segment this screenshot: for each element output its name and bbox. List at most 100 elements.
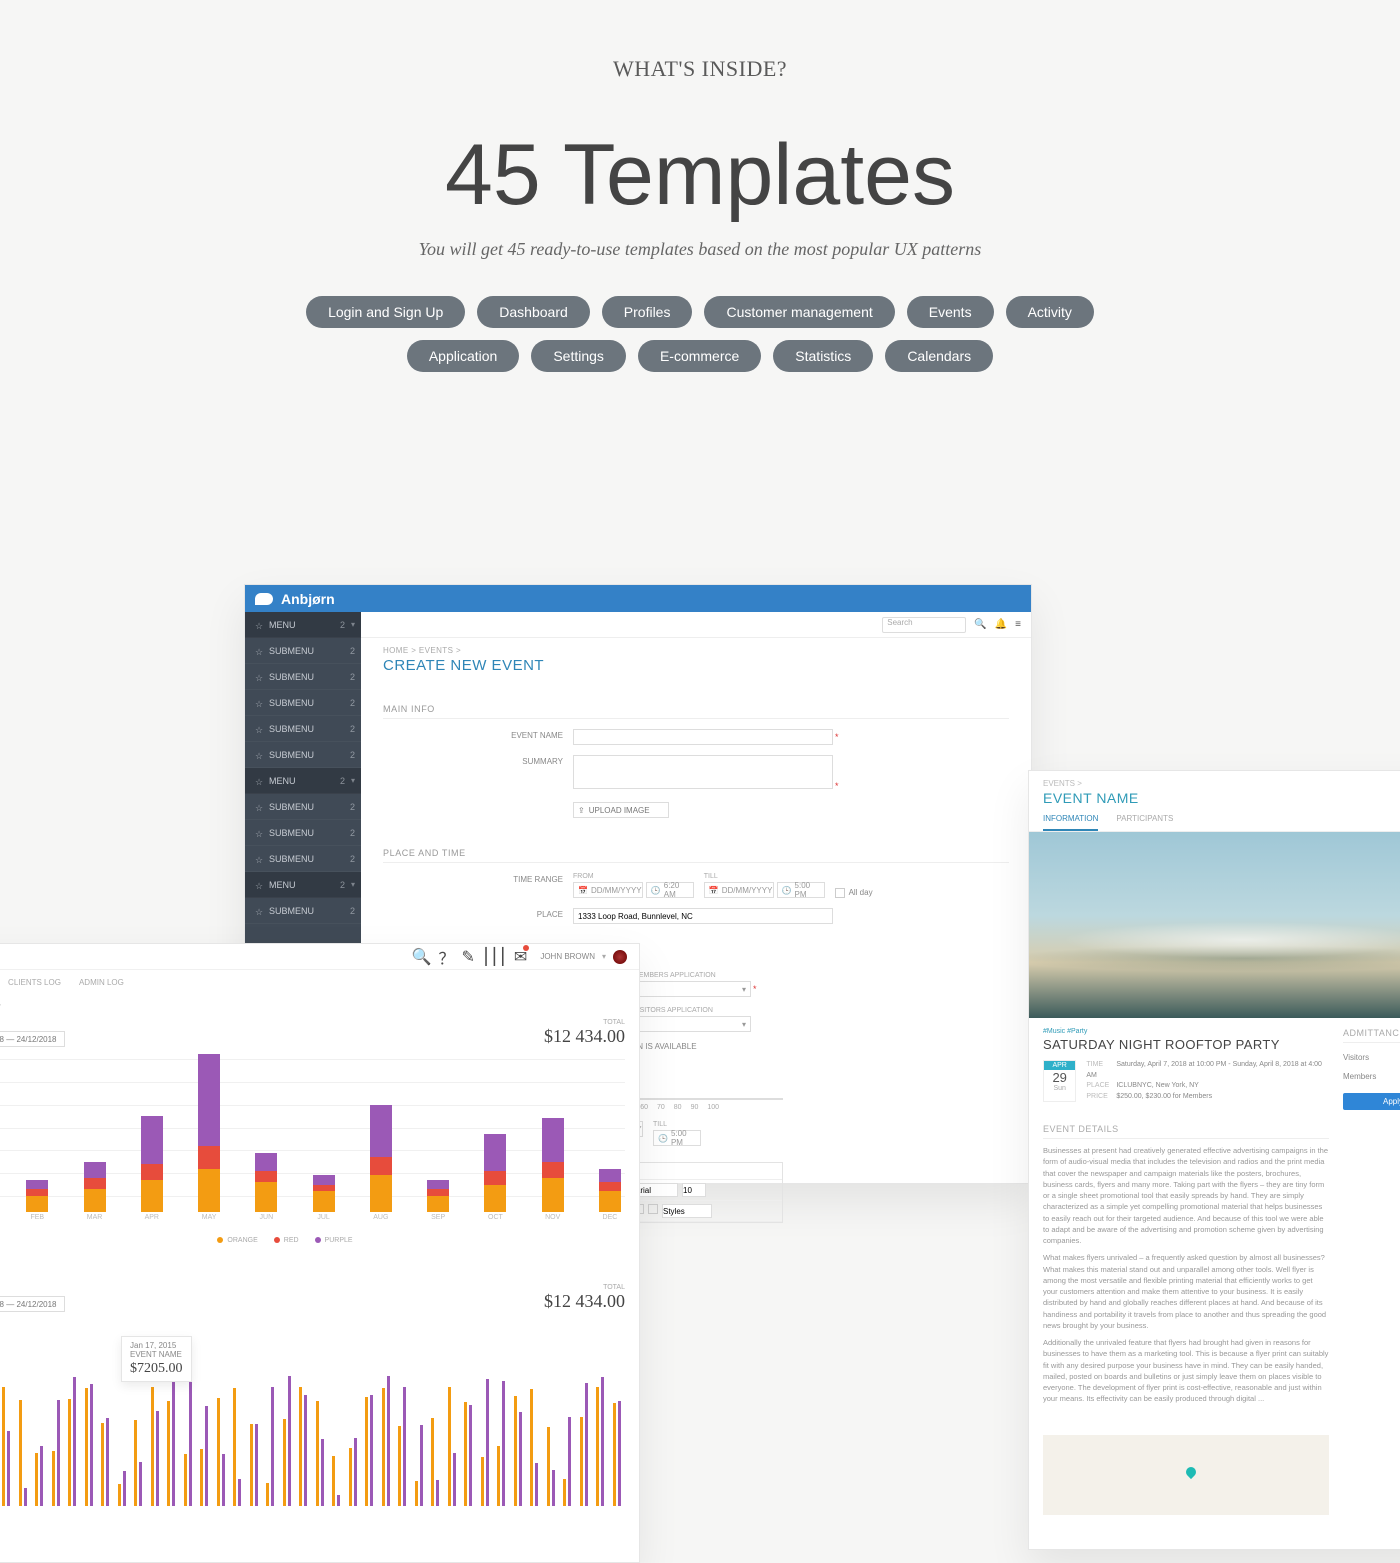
tab-participants[interactable]: PARTICIPANTS [1116,814,1173,831]
apply-button[interactable]: Apply [1343,1093,1400,1110]
hero-title: 45 Templates [0,126,1400,225]
count: 2 [340,776,345,786]
pill[interactable]: E-commerce [638,340,761,372]
sidebar-item[interactable]: ☆MENU2▾ [245,872,361,898]
upload-image-button[interactable]: ⇪UPLOAD IMAGE [573,802,669,818]
label: EVENT NAME [383,729,573,740]
share-icon[interactable]: ✎ [461,947,474,967]
template-statistics: 🔍 ？ ✎ ⎮⎮⎮ ✉ JOHN BROWN ▾ STATISTICS CLIE… [0,943,640,1563]
settings-icon[interactable]: ⎮⎮⎮ [482,947,507,967]
sidebar-item[interactable]: ☆SUBMENU2 [245,664,361,690]
pill[interactable]: Profiles [602,296,693,328]
summary-input[interactable] [573,755,833,789]
panel-title: PAYMENTS [0,1258,639,1278]
sidebar-label: MENU [269,776,340,786]
sidebar-item[interactable]: ☆SUBMENU2 [245,820,361,846]
date-till-input[interactable]: 📅DD/MM/YYYY [704,882,774,898]
mini-label: TIME RANGE [0,1289,65,1296]
event-description: Businesses at present had creatively gen… [1043,1145,1329,1246]
sidebar-item[interactable]: ☆SUBMENU2 [245,690,361,716]
calendar-icon: 📅 [709,886,719,895]
time-till-input[interactable]: 🕒5:00 PM [777,882,825,898]
avatar[interactable] [613,950,627,964]
search-input[interactable]: Search [882,617,966,633]
date-range-input[interactable]: 📅12/12/2018 — 24/12/2018 [0,1296,65,1312]
mini-label: TOTAL [544,1284,625,1291]
pill[interactable]: Login and Sign Up [306,296,465,328]
pill[interactable]: Application [407,340,520,372]
visitors-app-select[interactable]: ▾ [633,1016,751,1032]
search-icon[interactable]: 🔍 [412,947,432,967]
panel-title: BAR CHART [0,993,639,1013]
register-time-input[interactable]: 🕒5:00 PM [653,1130,701,1146]
chevron-down-icon[interactable]: ▾ [602,952,606,961]
event-name-input[interactable] [573,729,833,745]
sidebar-label: SUBMENU [269,646,350,656]
pill[interactable]: Customer management [704,296,894,328]
sidebar-item[interactable]: ☆MENU2▾ [245,768,361,794]
sidebar-item[interactable]: ☆SUBMENU2 [245,794,361,820]
bar-chart: €7000€6000€5000€4000€3000€2000€1000 JANF… [0,1053,625,1233]
chevron-down-icon: ▾ [351,776,355,785]
mini-label: VISITORS APPLICATION [633,1007,751,1014]
notifications-icon[interactable]: ✉ [514,947,527,967]
count: 2 [350,802,355,812]
tab-information[interactable]: INFORMATION [1043,814,1098,831]
date-from-input[interactable]: 📅DD/MM/YYYY [573,882,643,898]
tab-admin-log[interactable]: ADMIN LOG [79,978,124,993]
star-icon: ☆ [255,855,263,863]
adm-label: Members [1343,1072,1376,1081]
tab-clients-log[interactable]: CLIENTS LOG [8,978,61,993]
time-from-input[interactable]: 🕒6:20 AM [646,882,694,898]
section-header: MAIN INFO [383,698,1009,719]
star-icon: ☆ [255,673,263,681]
quote-icon[interactable] [648,1204,658,1214]
event-description: Additionally the unrivaled feature that … [1043,1337,1329,1405]
template-event-detail: EVENTS > EVENT NAME INFORMATION PARTICIP… [1028,770,1400,1550]
event-title: SATURDAY NIGHT ROOFTOP PARTY [1043,1037,1329,1052]
star-icon: ☆ [255,699,263,707]
pill[interactable]: Statistics [773,340,873,372]
chevron-down-icon: ▾ [351,620,355,629]
pill[interactable]: Dashboard [477,296,590,328]
members-app-select[interactable]: ▾ [633,981,751,997]
sidebar-label: MENU [269,620,340,630]
mini-label: FROM [573,873,694,880]
star-icon: ☆ [255,881,263,889]
date-range-input[interactable]: 📅12/12/2018 — 24/12/2018 [0,1031,65,1047]
all-day-checkbox[interactable] [835,888,845,898]
section-header: EVENT DETAILS [1043,1124,1329,1139]
pill[interactable]: Events [907,296,994,328]
pill[interactable]: Calendars [885,340,993,372]
sidebar-label: SUBMENU [269,906,350,916]
sidebar-item[interactable]: ☆MENU2▾ [245,612,361,638]
sidebar-label: SUBMENU [269,802,350,812]
sidebar-item[interactable]: ☆SUBMENU2 [245,846,361,872]
sidebar-label: SUBMENU [269,854,350,864]
search-icon[interactable]: 🔍 [974,619,986,630]
count: 2 [350,828,355,838]
count: 2 [350,724,355,734]
sidebar-item[interactable]: ☆SUBMENU2 [245,898,361,924]
sidebar-item[interactable]: ☆SUBMENU2 [245,638,361,664]
sidebar-label: SUBMENU [269,750,350,760]
mini-label: MEMBERS APPLICATION [633,972,757,979]
styles-select[interactable] [662,1204,712,1218]
sidebar-item[interactable]: ☆SUBMENU2 [245,716,361,742]
size-select[interactable] [682,1183,706,1197]
all-day-label: All day [849,888,873,897]
sidebar-label: SUBMENU [269,672,350,682]
brand-name: Anbjørn [281,591,335,607]
sidebar-item[interactable]: ☆SUBMENU2 [245,742,361,768]
help-icon[interactable]: ？ [438,945,454,969]
bell-icon[interactable]: 🔔 [995,619,1007,630]
place-input[interactable] [573,908,833,924]
map-pin-icon [1184,1464,1198,1478]
event-map[interactable] [1043,1435,1329,1515]
pill[interactable]: Settings [531,340,626,372]
pill[interactable]: Activity [1006,296,1094,328]
chart-tooltip: Jan 17, 2015 EVENT NAME $7205.00 [121,1336,192,1382]
topbar: Search 🔍 🔔 ≡ [361,612,1031,638]
menu-icon[interactable]: ≡ [1015,619,1021,630]
font-select[interactable] [634,1183,678,1197]
